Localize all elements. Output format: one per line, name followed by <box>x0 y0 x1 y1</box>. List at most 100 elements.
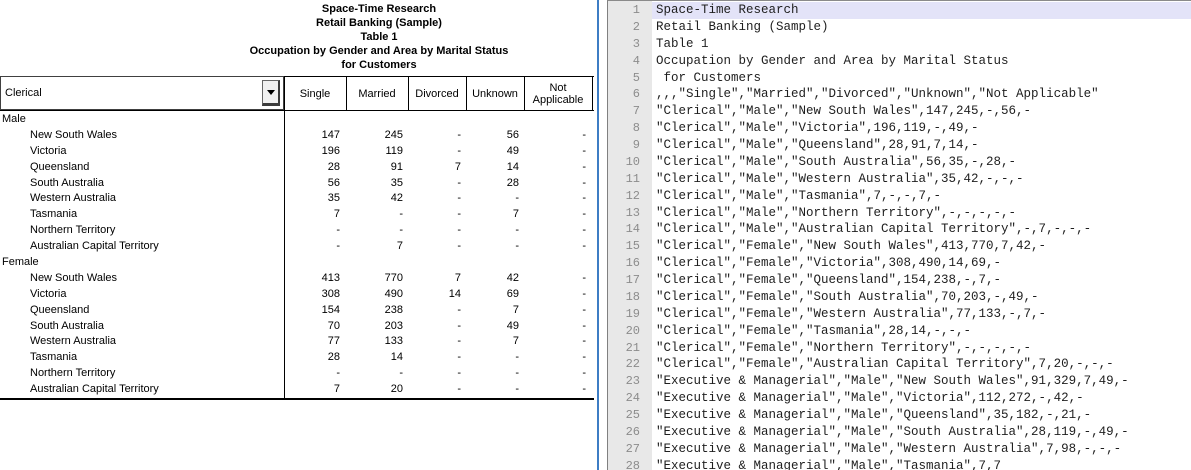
line-number: 2 <box>608 19 652 36</box>
cell-value: 7 <box>284 207 340 223</box>
editor-line[interactable]: 27"Executive & Managerial","Male","Weste… <box>608 441 1191 458</box>
cell-value: 56 <box>284 176 340 192</box>
line-text[interactable]: "Executive & Managerial","Male","Queensl… <box>652 407 1191 424</box>
line-text[interactable]: "Clerical","Female","Northern Territory"… <box>652 340 1191 357</box>
line-text[interactable]: Space-Time Research <box>652 2 1191 19</box>
row-label: Australian Capital Territory <box>0 239 159 255</box>
table-row: South Australia70203-49- <box>0 319 592 335</box>
editor-line[interactable]: 26"Executive & Managerial","Male","South… <box>608 424 1191 441</box>
editor-line[interactable]: 10"Clerical","Male","South Australia",56… <box>608 154 1191 171</box>
line-number: 23 <box>608 373 652 390</box>
row-label: Tasmania <box>0 350 77 366</box>
line-text[interactable]: "Clerical","Female","Victoria",308,490,1… <box>652 255 1191 272</box>
line-text[interactable]: for Customers <box>652 70 1191 87</box>
line-text[interactable]: "Executive & Managerial","Male","New Sou… <box>652 373 1191 390</box>
editor-line[interactable]: 24"Executive & Managerial","Male","Victo… <box>608 390 1191 407</box>
line-text[interactable]: "Clerical","Female","Queensland",154,238… <box>652 272 1191 289</box>
line-text[interactable]: "Clerical","Female","Tasmania",28,14,-,-… <box>652 323 1191 340</box>
table-row: Queensland2891714- <box>0 160 592 176</box>
line-text[interactable]: "Clerical","Male","Western Australia",35… <box>652 171 1191 188</box>
row-label: Queensland <box>0 303 89 319</box>
table-row: Northern Territory----- <box>0 223 592 239</box>
editor-line[interactable]: 12"Clerical","Male","Tasmania",7,-,-,7,- <box>608 188 1191 205</box>
cell-value: 770 <box>346 271 403 287</box>
line-text[interactable]: Retail Banking (Sample) <box>652 19 1191 36</box>
app-window: { "report": { "title_lines": [ "Space-Ti… <box>0 0 1191 470</box>
editor-line[interactable]: 7"Clerical","Male","New South Wales",147… <box>608 103 1191 120</box>
line-text[interactable]: "Clerical","Male","Australian Capital Te… <box>652 221 1191 238</box>
line-text[interactable]: "Clerical","Male","Northern Territory",-… <box>652 205 1191 222</box>
line-text[interactable]: "Clerical","Male","Victoria",196,119,-,4… <box>652 120 1191 137</box>
line-text[interactable]: "Clerical","Female","New South Wales",41… <box>652 238 1191 255</box>
line-text[interactable]: "Clerical","Female","Australian Capital … <box>652 356 1191 373</box>
cell-value: 77 <box>284 334 340 350</box>
cell-value: - <box>408 303 461 319</box>
editor-line[interactable]: 19"Clerical","Female","Western Australia… <box>608 306 1191 323</box>
cell-value: - <box>408 176 461 192</box>
table-row: Tasmania2814--- <box>0 350 592 366</box>
line-text[interactable]: "Executive & Managerial","Male","Western… <box>652 441 1191 458</box>
cell-value: - <box>466 223 519 239</box>
cell-value: 91 <box>346 160 403 176</box>
editor-line[interactable]: 23"Executive & Managerial","Male","New S… <box>608 373 1191 390</box>
editor-line[interactable]: 8"Clerical","Male","Victoria",196,119,-,… <box>608 120 1191 137</box>
editor-line[interactable]: 11"Clerical","Male","Western Australia",… <box>608 171 1191 188</box>
occupation-dropdown[interactable]: Clerical <box>0 76 284 110</box>
cell-value: - <box>466 239 519 255</box>
cell-value: - <box>524 128 586 144</box>
table-row: South Australia5635-28- <box>0 176 592 192</box>
line-text[interactable]: Occupation by Gender and Area by Marital… <box>652 53 1191 70</box>
csv-editor-panel[interactable]: 1Space-Time Research2Retail Banking (Sam… <box>607 0 1191 470</box>
line-text[interactable]: "Clerical","Male","South Australia",56,3… <box>652 154 1191 171</box>
editor-line[interactable]: 2Retail Banking (Sample) <box>608 19 1191 36</box>
cell-value: - <box>524 223 586 239</box>
line-text[interactable]: Table 1 <box>652 36 1191 53</box>
editor-line[interactable]: 28"Executive & Managerial","Male","Tasma… <box>608 458 1191 470</box>
line-number: 16 <box>608 255 652 272</box>
report-title-block: Space-Time ResearchRetail Banking (Sampl… <box>164 2 594 72</box>
editor-line[interactable]: 4Occupation by Gender and Area by Marita… <box>608 53 1191 70</box>
line-text[interactable]: "Executive & Managerial","Male","South A… <box>652 424 1191 441</box>
occupation-dropdown-button[interactable] <box>262 80 280 106</box>
row-label: Western Australia <box>0 334 116 350</box>
line-number: 6 <box>608 86 652 103</box>
editor-line[interactable]: 16"Clerical","Female","Victoria",308,490… <box>608 255 1191 272</box>
cell-value: 28 <box>284 160 340 176</box>
editor-line[interactable]: 20"Clerical","Female","Tasmania",28,14,-… <box>608 323 1191 340</box>
line-number: 8 <box>608 120 652 137</box>
cell-value: 56 <box>466 128 519 144</box>
editor-line[interactable]: 21"Clerical","Female","Northern Territor… <box>608 340 1191 357</box>
editor-line[interactable]: 17"Clerical","Female","Queensland",154,2… <box>608 272 1191 289</box>
editor-line[interactable]: 9"Clerical","Male","Queensland",28,91,7,… <box>608 137 1191 154</box>
line-text[interactable]: "Clerical","Female","South Australia",70… <box>652 289 1191 306</box>
editor-line[interactable]: 18"Clerical","Female","South Australia",… <box>608 289 1191 306</box>
editor-line[interactable]: 1Space-Time Research <box>608 2 1191 19</box>
editor-line[interactable]: 13"Clerical","Male","Northern Territory"… <box>608 205 1191 222</box>
line-text[interactable]: "Executive & Managerial","Male","Victori… <box>652 390 1191 407</box>
editor-line[interactable]: 25"Executive & Managerial","Male","Queen… <box>608 407 1191 424</box>
editor-line[interactable]: 22"Clerical","Female","Australian Capita… <box>608 356 1191 373</box>
line-text[interactable]: "Executive & Managerial","Male","Tasmani… <box>652 458 1191 470</box>
line-number: 26 <box>608 424 652 441</box>
line-text[interactable]: ,,,"Single","Married","Divorced","Unknow… <box>652 86 1191 103</box>
editor-line[interactable]: 15"Clerical","Female","New South Wales",… <box>608 238 1191 255</box>
cell-value: 7 <box>284 382 340 398</box>
row-label: Australian Capital Territory <box>0 382 159 398</box>
editor-lines[interactable]: 1Space-Time Research2Retail Banking (Sam… <box>608 2 1191 470</box>
header-cell-border <box>408 76 409 111</box>
editor-line[interactable]: 6,,,"Single","Married","Divorced","Unkno… <box>608 86 1191 103</box>
line-text[interactable]: "Clerical","Male","Queensland",28,91,7,1… <box>652 137 1191 154</box>
column-header-not-applicable: Not Applicable <box>524 76 592 111</box>
editor-line[interactable]: 5 for Customers <box>608 70 1191 87</box>
line-text[interactable]: "Clerical","Male","Tasmania",7,-,-,7,- <box>652 188 1191 205</box>
line-text[interactable]: "Clerical","Female","Western Australia",… <box>652 306 1191 323</box>
table-group-row: Male <box>0 112 592 128</box>
cell-value: - <box>524 382 586 398</box>
editor-line[interactable]: 14"Clerical","Male","Australian Capital … <box>608 221 1191 238</box>
pane-splitter-handle[interactable] <box>597 0 599 470</box>
cell-value: 28 <box>284 350 340 366</box>
table-row: Victoria196119-49- <box>0 144 592 160</box>
line-number: 9 <box>608 137 652 154</box>
line-text[interactable]: "Clerical","Male","New South Wales",147,… <box>652 103 1191 120</box>
editor-line[interactable]: 3Table 1 <box>608 36 1191 53</box>
